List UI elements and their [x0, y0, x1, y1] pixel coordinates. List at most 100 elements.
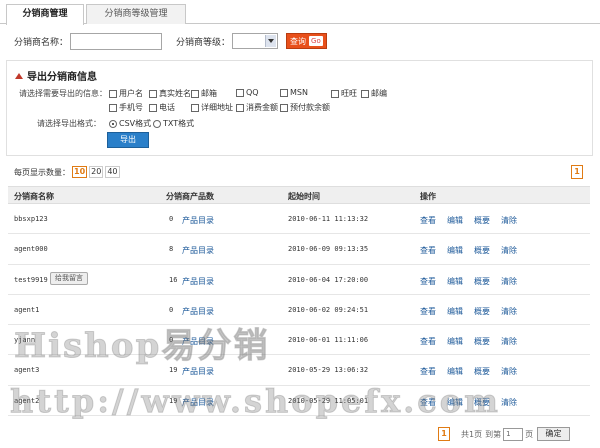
edit-link[interactable]: 编辑 [447, 366, 463, 377]
radio-txt[interactable]: TXT格式 [153, 118, 194, 129]
checkbox-box[interactable] [331, 89, 339, 98]
edit-link[interactable]: 编辑 [447, 397, 463, 408]
product-catalog-link[interactable]: 产品目录 [182, 276, 214, 287]
checkbox-box[interactable] [191, 103, 199, 112]
distributor-name-input[interactable] [70, 32, 163, 50]
start-time: 2010-05-29 13:06:32 [288, 366, 369, 375]
checkbox-real-name[interactable]: 真实姓名 [149, 88, 191, 99]
radio-dot-selected[interactable] [109, 119, 117, 128]
view-link[interactable]: 查看 [420, 306, 436, 317]
product-catalog-link[interactable]: 产品目录 [182, 336, 214, 347]
checkbox-wangwang[interactable]: 旺旺 [331, 88, 357, 99]
clear-link[interactable]: 清除 [501, 245, 517, 256]
tab-distributor-level-management[interactable]: 分销商等级管理 [86, 4, 186, 24]
checkbox-qq[interactable]: QQ [236, 88, 259, 97]
product-catalog-link[interactable]: 产品目录 [182, 245, 214, 256]
summary-link[interactable]: 概要 [474, 276, 490, 287]
summary-link[interactable]: 概要 [474, 245, 490, 256]
product-count: 19 [169, 396, 178, 405]
checkbox-box[interactable] [280, 88, 288, 97]
distributor-level-label: 分销商等级： [176, 37, 231, 48]
triangle-up-icon [15, 73, 23, 79]
product-catalog-link[interactable]: 产品目录 [182, 215, 214, 226]
total-pages-text: 共1页 [461, 430, 483, 439]
current-page-top[interactable]: 1 [571, 165, 583, 179]
checkbox-username[interactable]: 用户名 [109, 88, 143, 99]
summary-link[interactable]: 概要 [474, 397, 490, 408]
view-link[interactable]: 查看 [420, 276, 436, 287]
product-catalog-link[interactable]: 产品目录 [182, 306, 214, 317]
radio-dot[interactable] [153, 119, 161, 128]
checkbox-box[interactable] [109, 103, 117, 112]
checkbox-label: 预付款余额 [290, 103, 330, 112]
start-time: 2010-06-09 09:13:35 [288, 245, 369, 254]
view-link[interactable]: 查看 [420, 336, 436, 347]
per-page-option-40[interactable]: 40 [105, 166, 120, 178]
column-header: 操作 [420, 192, 436, 201]
checkbox-box[interactable] [361, 89, 369, 98]
edit-link[interactable]: 编辑 [447, 336, 463, 347]
edit-link[interactable]: 编辑 [447, 306, 463, 317]
product-count: 0 [169, 215, 174, 223]
checkbox-address[interactable]: 详细地址 [191, 102, 233, 113]
confirm-button[interactable]: 确定 [537, 427, 570, 441]
clear-link[interactable]: 清除 [501, 215, 517, 226]
clear-link[interactable]: 清除 [501, 276, 517, 287]
checkbox-spending[interactable]: 消费金额 [236, 102, 278, 113]
checkbox-box[interactable] [236, 88, 244, 97]
clear-link[interactable]: 清除 [501, 306, 517, 317]
checkbox-label: 手机号 [119, 103, 143, 112]
checkbox-box[interactable] [236, 103, 244, 112]
goto-page-input[interactable]: 1 [503, 428, 524, 441]
per-page-option-20[interactable]: 20 [89, 166, 104, 178]
query-label: 查询 [290, 36, 307, 46]
checkbox-box[interactable] [109, 89, 117, 98]
edit-link[interactable]: 编辑 [447, 245, 463, 256]
checkbox-box[interactable] [149, 103, 157, 112]
summary-link[interactable]: 概要 [474, 336, 490, 347]
current-page-bottom[interactable]: 1 [438, 427, 450, 441]
clear-link[interactable]: 清除 [501, 336, 517, 347]
start-time: 2010-06-01 11:11:06 [288, 336, 369, 345]
view-link[interactable]: 查看 [420, 397, 436, 408]
checkbox-prepaid-balance[interactable]: 预付款余额 [280, 102, 330, 113]
edit-link[interactable]: 编辑 [447, 276, 463, 287]
checkbox-box[interactable] [191, 89, 199, 98]
checkbox-mobile[interactable]: 手机号 [109, 102, 143, 113]
summary-link[interactable]: 概要 [474, 215, 490, 226]
column-header: 分销商产品数 [166, 192, 214, 201]
product-catalog-link[interactable]: 产品目录 [182, 366, 214, 377]
query-button[interactable]: 查询 Go [286, 33, 327, 49]
clear-link[interactable]: 清除 [501, 397, 517, 408]
checkbox-email[interactable]: 邮箱 [191, 88, 217, 99]
start-time: 2010-06-11 11:13:32 [288, 215, 369, 223]
checkbox-msn[interactable]: MSN [280, 88, 308, 97]
product-count: 16 [169, 275, 178, 284]
product-count: 19 [169, 366, 178, 375]
checkbox-postcode[interactable]: 邮编 [361, 88, 387, 99]
radio-csv[interactable]: CSV格式 [109, 118, 151, 129]
product-count: 0 [169, 305, 174, 314]
checkbox-label: 邮箱 [201, 89, 217, 98]
start-time: 2010-06-02 09:24:51 [288, 305, 369, 314]
checkbox-phone[interactable]: 电话 [149, 102, 175, 113]
distributor-level-select[interactable] [232, 33, 279, 49]
summary-link[interactable]: 概要 [474, 366, 490, 377]
product-catalog-link[interactable]: 产品目录 [182, 397, 214, 408]
leave-message-button[interactable]: 给我留言 [50, 271, 88, 285]
view-link[interactable]: 查看 [420, 215, 436, 226]
per-page-option-10[interactable]: 10 [72, 166, 88, 178]
distributor-name-label: 分销商名称： [14, 37, 69, 48]
tab-distributor-management[interactable]: 分销商管理 [6, 4, 84, 25]
clear-link[interactable]: 清除 [501, 366, 517, 377]
table-header: 分销商名称 分销商产品数 起始时间 操作 [8, 186, 590, 204]
table-row: bbsxp123 0 产品目录 2010-06-11 11:13:32 查看 编… [8, 204, 590, 235]
summary-link[interactable]: 概要 [474, 306, 490, 317]
export-button[interactable]: 导出 [107, 132, 149, 148]
view-link[interactable]: 查看 [420, 245, 436, 256]
view-link[interactable]: 查看 [420, 366, 436, 377]
checkbox-box[interactable] [280, 103, 288, 112]
edit-link[interactable]: 编辑 [447, 215, 463, 226]
export-title: 导出分销商信息 [15, 68, 97, 83]
checkbox-box[interactable] [149, 89, 157, 98]
